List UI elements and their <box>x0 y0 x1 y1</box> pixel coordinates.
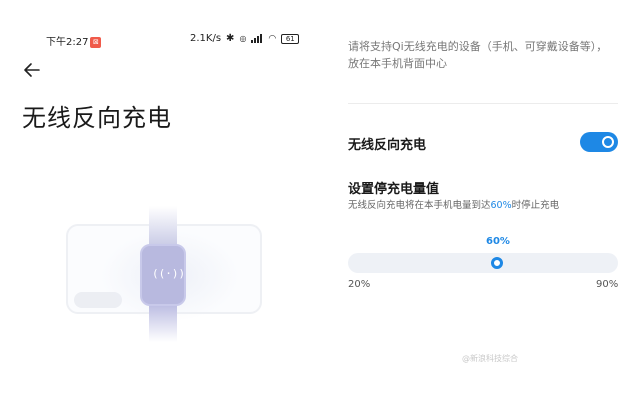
settings-pane: 请将支持Qi无线充电的设备（手机、可穿戴设备等），放在本手机背面中心 无线反向充… <box>320 0 640 400</box>
bluetooth-icon: ✱ <box>226 33 235 44</box>
stop-level-slider[interactable] <box>348 253 618 273</box>
hd-icon: ◎ <box>239 34 247 43</box>
signal-icon <box>251 34 263 43</box>
charging-illustration: ((·)) <box>60 200 280 350</box>
back-arrow-icon[interactable] <box>22 60 42 80</box>
watch-strap-bottom <box>149 302 177 342</box>
wireless-charging-icon: ((·)) <box>152 267 186 280</box>
status-time: 下午2:27 ⊠ <box>46 33 102 48</box>
notification-badge-icon: ⊠ <box>90 37 102 48</box>
status-right: 2.1K/s ✱ ◎ ◠ 61 <box>190 33 300 44</box>
reverse-charging-toggle[interactable] <box>580 132 618 152</box>
net-speed: 2.1K/s <box>190 33 222 44</box>
battery-icon: 61 <box>281 33 300 44</box>
toggle-knob <box>602 136 614 148</box>
slider-max-label: 90% <box>596 279 619 290</box>
divider <box>348 103 618 104</box>
watch-icon: ((·)) <box>140 244 186 306</box>
watch-strap-top <box>149 206 177 246</box>
wifi-icon: ◠ <box>268 33 277 44</box>
slider-min-label: 20% <box>348 279 371 290</box>
stop-level-description: 无线反向充电将在本手机电量到达60%时停止充电 <box>348 200 560 211</box>
left-pane: 下午2:27 ⊠ 2.1K/s ✱ ◎ ◠ 61 无线反向充电 ((·)) <box>0 0 320 400</box>
page-title: 无线反向充电 <box>22 104 172 132</box>
status-bar: 下午2:27 ⊠ 2.1K/s ✱ ◎ ◠ 61 <box>46 33 308 48</box>
stop-level-label: 设置停充电量值 <box>348 182 440 197</box>
slider-value-label: 60% <box>486 236 510 247</box>
watermark: @新浪科技综合 <box>462 354 518 363</box>
slider-thumb[interactable] <box>490 257 503 269</box>
instruction-text: 请将支持Qi无线充电的设备（手机、可穿戴设备等），放在本手机背面中心 <box>348 40 608 70</box>
reverse-charging-label: 无线反向充电 <box>348 138 427 153</box>
